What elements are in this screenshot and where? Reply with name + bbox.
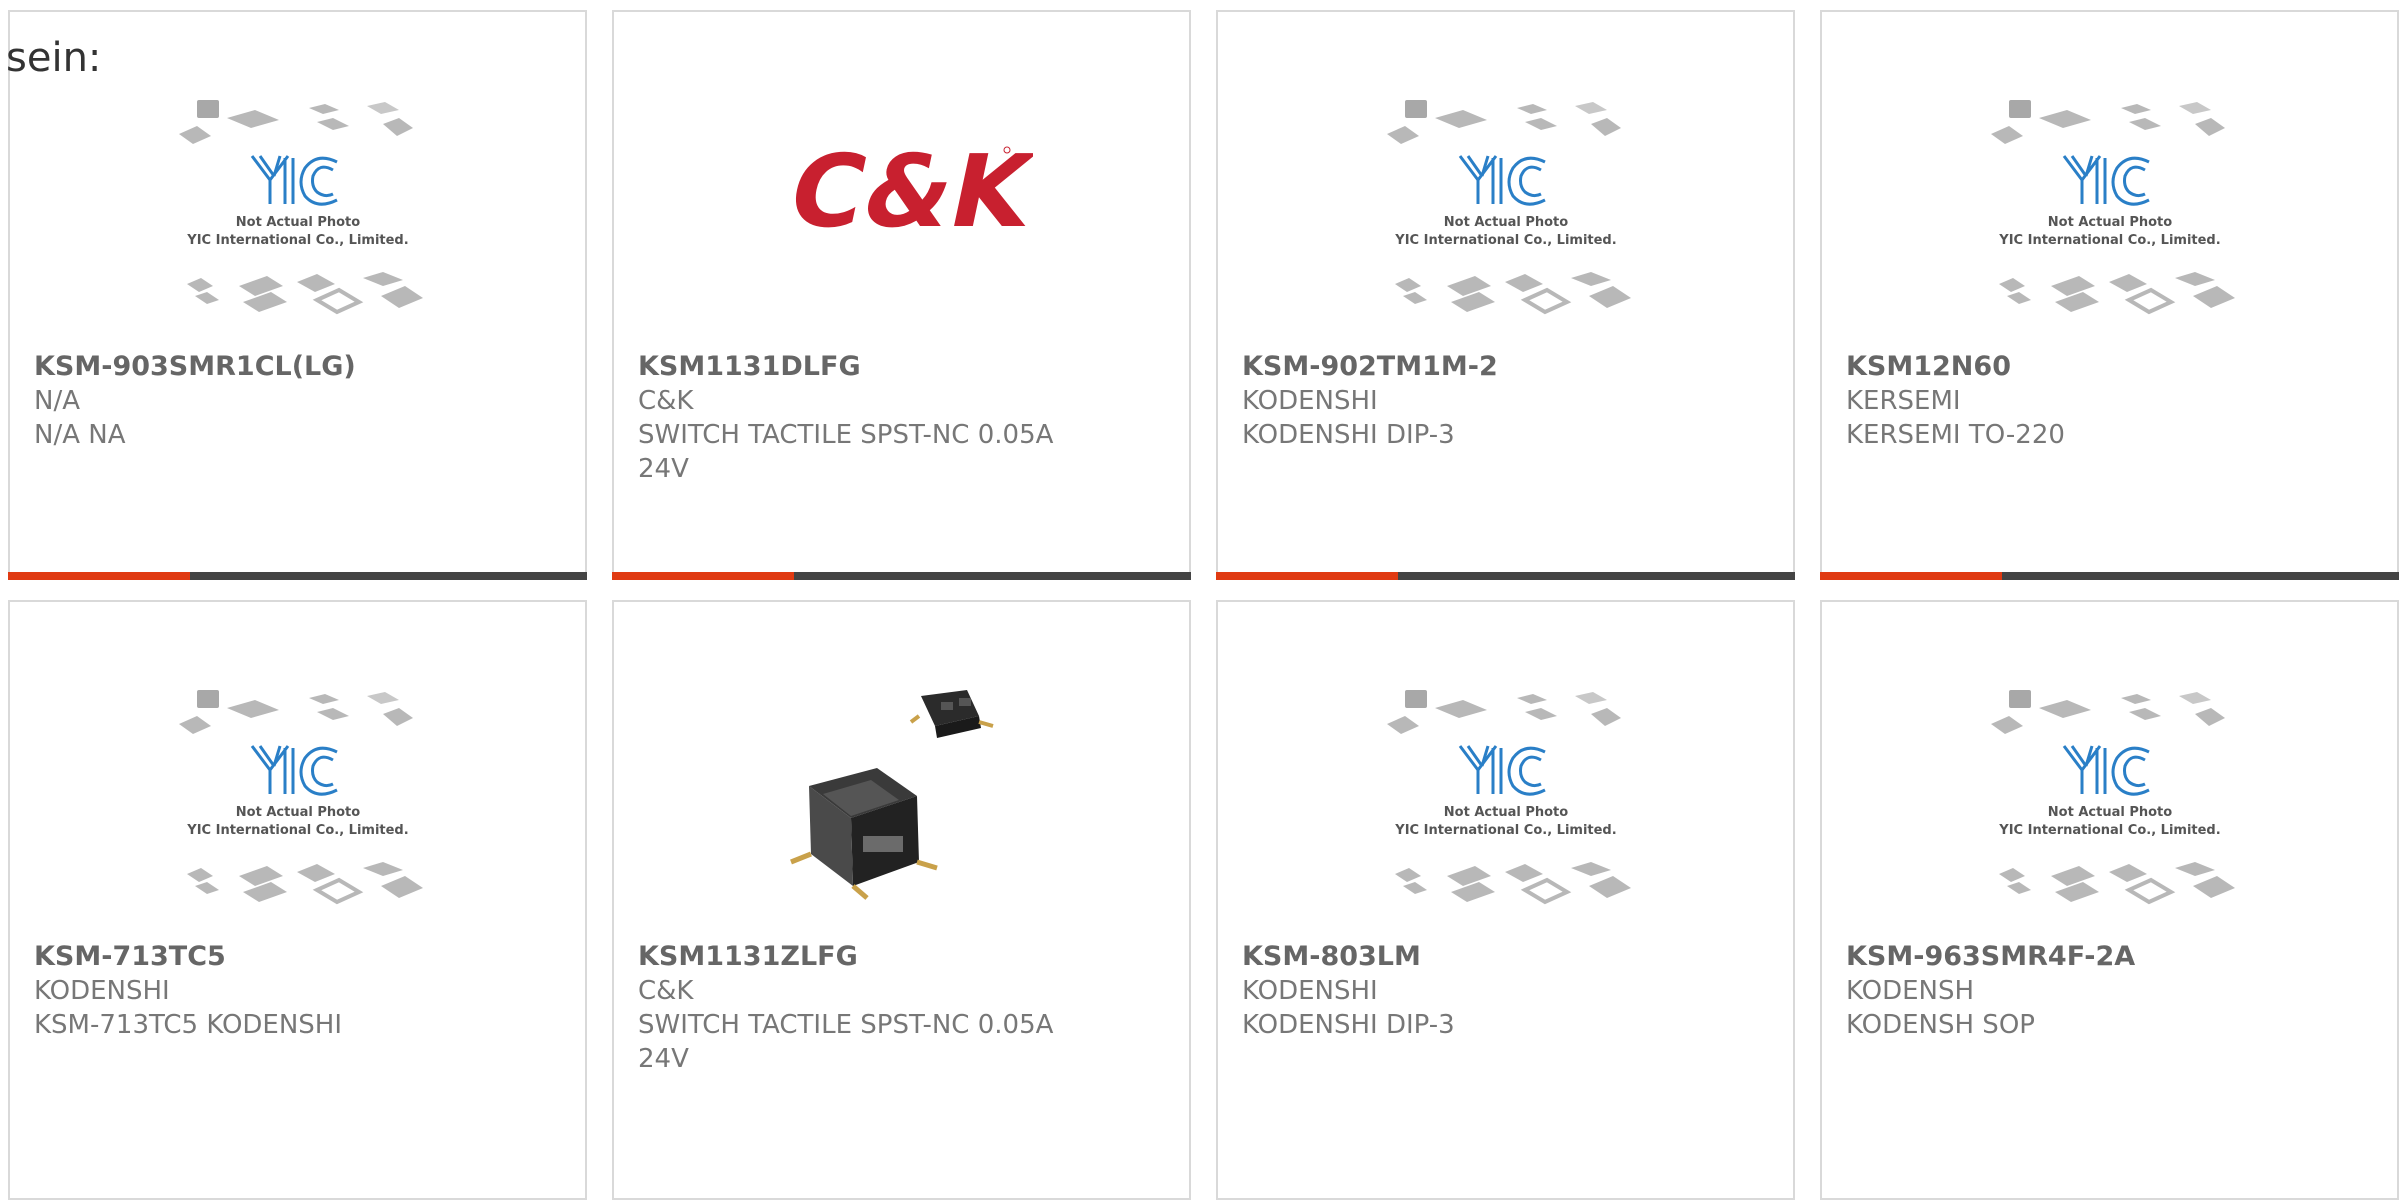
svg-text:YIC International Co., Limited: YIC International Co., Limited.: [1394, 823, 1616, 838]
part-number-link[interactable]: KSM-902TM1M-2: [1242, 350, 1769, 384]
part-number-link[interactable]: KSM12N60: [1846, 350, 2373, 384]
svg-text:YIC International Co., Limited: YIC International Co., Limited.: [1998, 823, 2220, 838]
product-card[interactable]: Not Actual Photo YIC International Co., …: [1820, 600, 2399, 1200]
svg-text:Not Actual Photo: Not Actual Photo: [1443, 805, 1567, 820]
svg-text:YIC International Co., Limited: YIC International Co., Limited.: [1394, 233, 1616, 248]
description: SWITCH TACTILE SPST-NC 0.05A 24V: [638, 420, 1054, 484]
description: KERSEMI TO-220: [1846, 420, 2065, 450]
svg-text:YIC International Co., Limited: YIC International Co., Limited.: [1998, 233, 2220, 248]
card-bottom-bar: [1216, 572, 1795, 580]
product-card[interactable]: KSM1131ZLFG C&K SWITCH TACTILE SPST-NC 0…: [612, 600, 1191, 1200]
yic-placeholder-image: Not Actual Photo YIC International Co., …: [1990, 690, 2235, 905]
yic-placeholder-image: Not Actual Photo YIC International Co., …: [178, 690, 423, 905]
part-number-link[interactable]: KSM-903SMR1CL(LG): [34, 350, 561, 384]
svg-text:Not Actual Photo: Not Actual Photo: [235, 805, 359, 820]
part-number-link[interactable]: KSM-803LM: [1242, 940, 1769, 974]
manufacturer: KODENSHI: [1242, 976, 1378, 1006]
part-number-link[interactable]: KSM-963SMR4F-2A: [1846, 940, 2373, 974]
card-bottom-bar: [8, 572, 587, 580]
card-bottom-bar: [612, 572, 1191, 580]
svg-text:Not Actual Photo: Not Actual Photo: [1443, 215, 1567, 230]
product-card[interactable]: Not Actual Photo YIC International Co., …: [1216, 600, 1795, 1200]
product-card[interactable]: Not Actual Photo YIC International Co., …: [8, 600, 587, 1200]
ck-logo: C&K: [779, 133, 1033, 250]
manufacturer: KODENSHI: [1242, 386, 1378, 416]
svg-text:Not Actual Photo: Not Actual Photo: [2047, 215, 2171, 230]
svg-text:YIC International Co., Limited: YIC International Co., Limited.: [186, 233, 408, 248]
yic-placeholder-image: Not Actual Photo YIC International Co., …: [1386, 100, 1631, 315]
product-grid: Not Actual Photo YIC International Co., …: [8, 10, 2400, 1200]
product-card[interactable]: C&K KSM1131DLFG C&K SWITCH TACTILE SPST-…: [612, 10, 1191, 580]
part-number-link[interactable]: KSM-713TC5: [34, 940, 561, 974]
description: N/A NA: [34, 420, 126, 450]
manufacturer: KERSEMI: [1846, 386, 1961, 416]
card-bottom-bar: [1820, 572, 2399, 580]
manufacturer: KODENSH: [1846, 976, 1975, 1006]
manufacturer: C&K: [638, 976, 694, 1006]
svg-text:Not Actual Photo: Not Actual Photo: [2047, 805, 2171, 820]
yic-placeholder-image: Not Actual Photo YIC International Co., …: [1386, 690, 1631, 905]
description: KODENSH SOP: [1846, 1010, 2035, 1040]
svg-text:YIC International Co., Limited: YIC International Co., Limited.: [186, 823, 408, 838]
description: SWITCH TACTILE SPST-NC 0.05A 24V: [638, 1010, 1054, 1074]
manufacturer: C&K: [638, 386, 694, 416]
description: KSM-713TC5 KODENSHI: [34, 1010, 343, 1040]
manufacturer: N/A: [34, 386, 80, 416]
manufacturer: KODENSHI: [34, 976, 170, 1006]
yic-placeholder-image: Not Actual Photo YIC International Co., …: [178, 100, 423, 315]
part-number-link[interactable]: KSM1131DLFG: [638, 350, 1165, 384]
yic-placeholder-image: Not Actual Photo YIC International Co., …: [1990, 100, 2235, 315]
svg-text:Not Actual Photo: Not Actual Photo: [235, 215, 359, 230]
product-card[interactable]: Not Actual Photo YIC International Co., …: [8, 10, 587, 580]
part-number-link[interactable]: KSM1131ZLFG: [638, 940, 1165, 974]
tactile-switch-photo: [789, 690, 994, 900]
description: KODENSHI DIP-3: [1242, 420, 1455, 450]
product-card[interactable]: Not Actual Photo YIC International Co., …: [1216, 10, 1795, 580]
product-card[interactable]: Not Actual Photo YIC International Co., …: [1820, 10, 2399, 580]
description: KODENSHI DIP-3: [1242, 1010, 1455, 1040]
page-label: sein:: [6, 35, 102, 81]
svg-text:C&K: C&K: [779, 133, 1033, 250]
